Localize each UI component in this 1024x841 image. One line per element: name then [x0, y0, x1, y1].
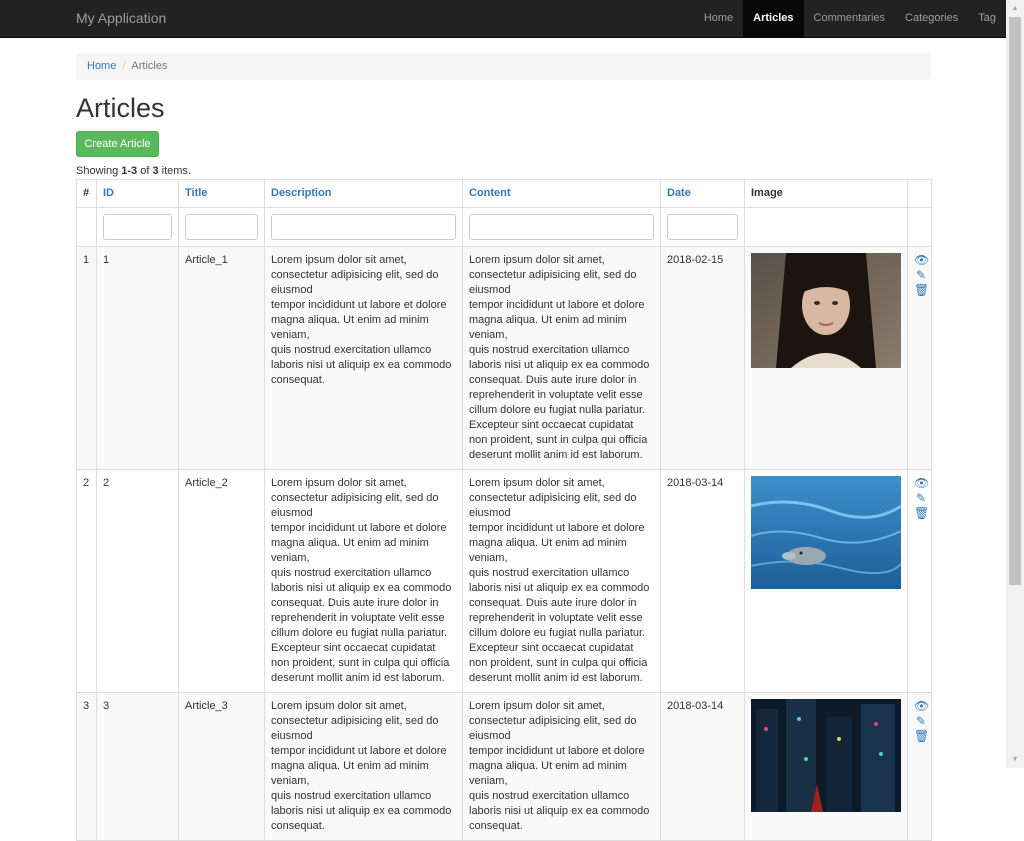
filter-cell-image [744, 207, 908, 247]
row-description: Lorem ipsum dolor sit amet, consectetur … [264, 246, 463, 470]
city-night-photo [751, 699, 901, 812]
row-description: Lorem ipsum dolor sit amet, consectetur … [264, 469, 463, 693]
dolphin-photo [751, 476, 901, 589]
pencil-icon[interactable]: ✎ [914, 714, 928, 729]
header-image: Image [744, 179, 908, 208]
filter-title-input[interactable] [185, 214, 258, 240]
filter-row [76, 207, 932, 247]
header-num: # [76, 179, 97, 208]
eye-icon[interactable]: 👁 [914, 699, 929, 714]
eye-icon[interactable]: 👁 [914, 253, 929, 268]
breadcrumb-separator: / [122, 60, 126, 72]
row-num: 2 [76, 469, 97, 693]
header-description: Description [264, 179, 463, 208]
row-date: 2018-02-15 [660, 246, 745, 470]
row-image-cell [744, 692, 908, 841]
table-header-row: # ID Title Description Content Date Imag… [76, 179, 932, 208]
breadcrumb-current: Articles [131, 60, 168, 72]
table-row: 2 2 Article_2 Lorem ipsum dolor sit amet… [76, 469, 932, 693]
row-title: Article_3 [178, 692, 265, 841]
filter-id-input[interactable] [103, 214, 172, 240]
row-date: 2018-03-14 [660, 469, 745, 693]
row-num: 1 [76, 246, 97, 470]
row-content: Lorem ipsum dolor sit amet, consectetur … [462, 246, 661, 470]
row-title: Article_1 [178, 246, 265, 470]
filter-content-input[interactable] [469, 214, 654, 240]
row-actions: 👁 ✎ 🗑 [907, 246, 932, 470]
sort-date-link[interactable]: Date [667, 187, 691, 199]
row-description: Lorem ipsum dolor sit amet, consectetur … [264, 692, 463, 841]
filter-cell-description [264, 207, 463, 247]
filter-cell-actions [907, 207, 932, 247]
grid-summary: Showing 1-3 of 3 items. [76, 165, 191, 177]
articles-table: # ID Title Description Content Date Imag… [76, 179, 932, 841]
row-actions: 👁 ✎ 🗑 [907, 692, 932, 841]
row-content: Lorem ipsum dolor sit amet, consectetur … [462, 692, 661, 841]
filter-cell-date [660, 207, 745, 247]
row-id: 3 [96, 692, 179, 841]
filter-cell-num [76, 207, 97, 247]
row-date: 2018-03-14 [660, 692, 745, 841]
brand-link[interactable]: My Application [76, 10, 166, 26]
row-content: Lorem ipsum dolor sit amet, consectetur … [462, 469, 661, 693]
filter-cell-title [178, 207, 265, 247]
trash-icon[interactable]: 🗑 [914, 729, 929, 744]
breadcrumb-home[interactable]: Home [87, 60, 116, 72]
sort-description-link[interactable]: Description [271, 187, 332, 199]
sort-content-link[interactable]: Content [469, 187, 511, 199]
pencil-icon[interactable]: ✎ [914, 268, 928, 283]
scroll-down-arrow-icon[interactable]: ▼ [1006, 751, 1024, 768]
pencil-icon[interactable]: ✎ [914, 491, 928, 506]
filter-date-input[interactable] [667, 214, 738, 240]
trash-icon[interactable]: 🗑 [914, 506, 929, 521]
nav-home[interactable]: Home [694, 0, 743, 37]
sort-id-link[interactable]: ID [103, 187, 114, 199]
header-id: ID [96, 179, 179, 208]
row-actions: 👁 ✎ 🗑 [907, 469, 932, 693]
nav-categories[interactable]: Categories [895, 0, 968, 37]
summary-suffix: items. [158, 165, 191, 177]
header-title: Title [178, 179, 265, 208]
eye-icon[interactable]: 👁 [914, 476, 929, 491]
row-title: Article_2 [178, 469, 265, 693]
row-image-cell [744, 246, 908, 470]
page-scrollbar[interactable]: ▲ ▼ [1006, 0, 1024, 768]
summary-prefix: Showing [76, 165, 122, 177]
row-image-cell [744, 469, 908, 693]
nav-menu: Home Articles Commentaries Categories Ta… [694, 0, 1006, 37]
filter-cell-id [96, 207, 179, 247]
breadcrumb: Home / Articles [76, 53, 931, 80]
create-article-button[interactable]: Create Article [76, 131, 159, 157]
nav-commentaries[interactable]: Commentaries [804, 0, 896, 37]
row-num: 3 [76, 692, 97, 841]
header-content: Content [462, 179, 661, 208]
page-title: Articles [76, 93, 165, 123]
top-navbar: My Application Home Articles Commentarie… [0, 0, 1006, 38]
table-row: 1 1 Article_1 Lorem ipsum dolor sit amet… [76, 246, 932, 470]
row-id: 2 [96, 469, 179, 693]
portrait-photo [751, 253, 901, 368]
trash-icon[interactable]: 🗑 [914, 283, 929, 298]
header-date: Date [660, 179, 745, 208]
row-id: 1 [96, 246, 179, 470]
summary-of: of [137, 165, 153, 177]
header-actions [907, 179, 932, 208]
nav-tag[interactable]: Tag [968, 0, 1006, 37]
filter-description-input[interactable] [271, 214, 456, 240]
nav-articles[interactable]: Articles [743, 0, 804, 37]
summary-range: 1-3 [121, 165, 138, 177]
scroll-up-arrow-icon[interactable]: ▲ [1006, 0, 1024, 17]
filter-cell-content [462, 207, 661, 247]
table-row: 3 3 Article_3 Lorem ipsum dolor sit amet… [76, 692, 932, 841]
sort-title-link[interactable]: Title [185, 187, 207, 199]
scroll-thumb[interactable] [1009, 17, 1021, 585]
